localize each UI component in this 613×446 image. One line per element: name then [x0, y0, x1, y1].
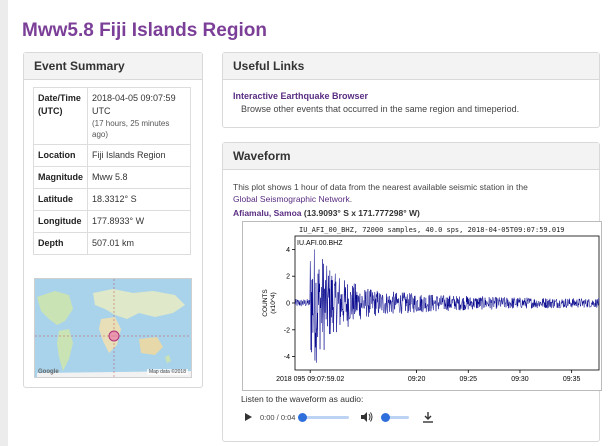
- trace-label: IU.AFI.00.BHZ: [297, 240, 343, 247]
- epicenter-marker: [108, 330, 120, 342]
- summary-key: Magnitude: [33, 166, 88, 189]
- summary-value-extra: (17 hours, 25 minutes ago): [92, 119, 170, 139]
- table-row: Location Fiji Islands Region: [33, 144, 191, 167]
- waveform-trace: [294, 249, 600, 363]
- useful-links-heading: Useful Links: [223, 53, 599, 80]
- x-tick-label: 2018 095 09:07:59.02: [276, 376, 344, 383]
- volume-knob[interactable]: [381, 412, 391, 422]
- audio-label: Listen to the waveform as audio:: [241, 394, 364, 404]
- gsn-link-suffix: .: [349, 194, 353, 204]
- waveform-plot: IU_AFI_00_BHZ, 72000 samples, 40.0 sps, …: [242, 221, 602, 391]
- x-tick-label: 09:20: [408, 376, 426, 383]
- audio-seek-slider[interactable]: [298, 412, 350, 422]
- waveform-heading: Waveform: [223, 143, 599, 170]
- y-axis-units: (x10^4): [270, 292, 277, 313]
- world-map-graphic: [35, 279, 191, 377]
- page: Mww5.8 Fiji Islands Region Event Summary…: [8, 0, 613, 446]
- waveform-chart: IU.AFI.00.BHZ 4 2 0 -2 -4 COUNTS (x10^4) 2018 09…: [262, 235, 600, 383]
- station-info: Afiamalu, Samoa (13.9093° S x 171.777298…: [233, 208, 420, 218]
- y-tick-label: -4: [284, 354, 290, 361]
- volume-slider[interactable]: [381, 412, 410, 422]
- x-tick-label: 09:25: [460, 376, 478, 383]
- summary-value: 507.01 km: [87, 232, 191, 255]
- summary-value: Fiji Islands Region: [87, 144, 191, 167]
- event-summary-heading: Event Summary: [24, 53, 202, 80]
- waveform-panel: Waveform This plot shows 1 hour of data …: [222, 142, 602, 442]
- audio-player: 0:00 / 0:04: [245, 409, 445, 425]
- gsn-link[interactable]: Global Seismographic Network: [233, 194, 350, 204]
- summary-key: Longitude: [33, 210, 88, 233]
- useful-links-panel: Useful Links Interactive Earthquake Brow…: [222, 52, 600, 128]
- summary-key: Depth: [33, 232, 88, 255]
- summary-key: Location: [33, 144, 88, 167]
- seek-knob[interactable]: [298, 412, 308, 422]
- y-tick-label: 2: [286, 274, 290, 281]
- table-row: Depth 507.01 km: [33, 232, 191, 255]
- interactive-browser-description: Browse other events that occurred in the…: [241, 104, 520, 114]
- volume-icon[interactable]: [361, 412, 373, 422]
- summary-value: 2018-04-05 09:07:59 UTC (17 hours, 25 mi…: [87, 87, 191, 145]
- summary-key: Latitude: [33, 188, 88, 211]
- table-row: Longitude 177.8933° W: [33, 210, 191, 233]
- summary-value: Mww 5.8: [87, 166, 191, 189]
- y-tick-label: 4: [286, 247, 290, 254]
- table-row: Magnitude Mww 5.8: [33, 166, 191, 189]
- map-attribution: Map data ©2018: [146, 369, 188, 375]
- y-tick-label: 0: [286, 301, 290, 308]
- waveform-intro: This plot shows 1 hour of data from the …: [233, 181, 573, 205]
- download-icon[interactable]: [423, 411, 434, 423]
- event-summary-table: Date/Time (UTC) 2018-04-05 09:07:59 UTC …: [33, 87, 191, 255]
- summary-value-text: 2018-04-05 09:07:59 UTC: [92, 93, 176, 116]
- table-row: Date/Time (UTC) 2018-04-05 09:07:59 UTC …: [33, 87, 191, 145]
- station-coords: (13.9093° S x 171.777298° W): [303, 208, 420, 218]
- event-summary-panel: Event Summary Date/Time (UTC) 2018-04-05…: [23, 52, 203, 388]
- x-tick-label: 09:30: [511, 376, 529, 383]
- event-map[interactable]: Google Map data ©2018: [34, 278, 192, 378]
- x-tick-label: 09:35: [563, 376, 581, 383]
- google-logo: Google: [38, 369, 59, 375]
- summary-value: 177.8933° W: [87, 210, 191, 233]
- play-icon[interactable]: [245, 413, 252, 421]
- summary-key: Date/Time (UTC): [33, 87, 88, 145]
- interactive-browser-link[interactable]: Interactive Earthquake Browser: [233, 91, 368, 101]
- y-tick-label: -2: [284, 327, 290, 334]
- audio-time: 0:00 / 0:04: [260, 412, 296, 422]
- station-link[interactable]: Afiamalu, Samoa: [233, 208, 302, 218]
- summary-value: 18.3312° S: [87, 188, 191, 211]
- waveform-intro-text: This plot shows 1 hour of data from the …: [233, 182, 528, 192]
- y-axis-label: COUNTS: [262, 289, 269, 317]
- page-title: Mww5.8 Fiji Islands Region: [22, 20, 267, 41]
- table-row: Latitude 18.3312° S: [33, 188, 191, 211]
